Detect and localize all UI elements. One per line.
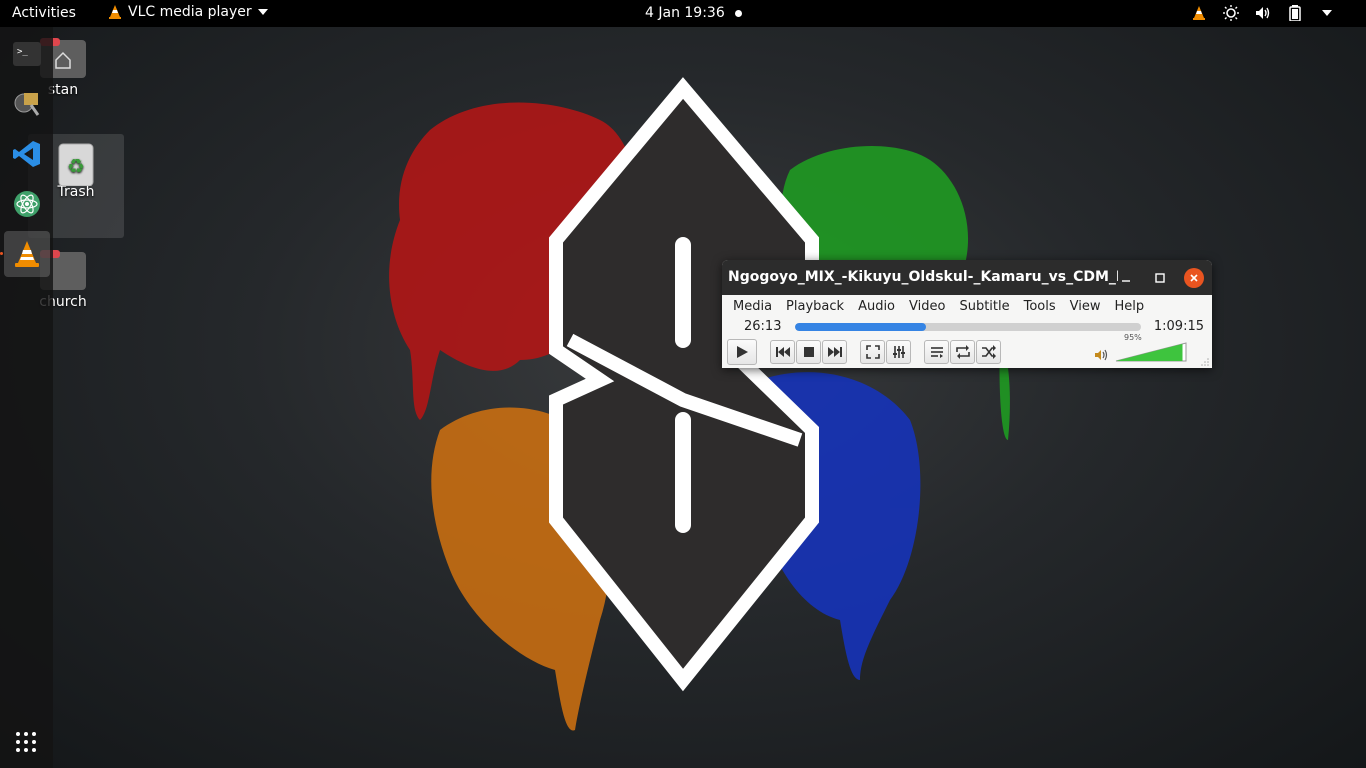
desktop-icon-label: Trash	[57, 184, 95, 200]
play-button[interactable]	[727, 339, 757, 365]
extended-settings-button[interactable]	[886, 340, 911, 364]
battery-icon[interactable]	[1286, 4, 1304, 22]
close-icon	[1190, 274, 1198, 282]
menu-audio[interactable]: Audio	[851, 299, 902, 314]
menu-media[interactable]: Media	[726, 299, 779, 314]
menu-tools[interactable]: Tools	[1017, 299, 1063, 314]
resize-grip-icon[interactable]	[1201, 358, 1209, 366]
menu-video[interactable]: Video	[902, 299, 952, 314]
vlc-window: Ngogoyo_MIX_-Kikuyu_Oldskul-_Kamaru_vs_C…	[722, 260, 1212, 368]
fullscreen-button[interactable]	[860, 340, 885, 364]
previous-button[interactable]	[770, 340, 795, 364]
equalizer-icon	[892, 346, 905, 358]
elapsed-time[interactable]: 26:13	[744, 319, 781, 334]
menu-help[interactable]: Help	[1108, 299, 1152, 314]
dock-atom[interactable]	[4, 181, 50, 227]
brightness-icon[interactable]	[1222, 4, 1240, 22]
loop-button[interactable]	[950, 340, 975, 364]
playlist-button[interactable]	[924, 340, 949, 364]
desktop-wallpaper	[0, 0, 1366, 768]
vlc-cone-icon[interactable]	[1190, 4, 1208, 22]
stop-icon	[803, 347, 814, 357]
vlc-icon	[15, 241, 39, 267]
loop-icon	[955, 345, 970, 359]
trash-icon: ♻	[53, 140, 99, 187]
dock: >_	[0, 27, 53, 768]
mute-button[interactable]	[1094, 346, 1108, 365]
window-title: Ngogoyo_MIX_-Kikuyu_Oldskul-_Kamaru_vs_C…	[728, 269, 1118, 285]
svg-text:♻: ♻	[67, 154, 85, 178]
speaker-icon	[1095, 349, 1108, 361]
stop-button[interactable]	[796, 340, 821, 364]
running-indicator-icon	[0, 252, 3, 255]
system-tray[interactable]	[1190, 4, 1336, 22]
total-time[interactable]: 1:09:15	[1154, 319, 1204, 334]
maximize-button[interactable]	[1150, 268, 1170, 288]
chevron-down-icon	[257, 9, 268, 15]
shuffle-button[interactable]	[976, 340, 1001, 364]
dock-terminal[interactable]: >_	[4, 31, 50, 77]
dock-software-updater[interactable]	[4, 81, 50, 127]
close-button[interactable]	[1184, 268, 1204, 288]
system-menu-chevron-icon[interactable]	[1318, 4, 1336, 22]
dock-vlc[interactable]	[4, 231, 50, 277]
svg-text:>_: >_	[17, 47, 28, 57]
software-updater-icon	[14, 93, 40, 116]
vlc-cone-icon	[109, 5, 121, 19]
clock[interactable]: 4 Jan 19:36	[645, 5, 725, 21]
vlc-menubar: Media Playback Audio Video Subtitle Tool…	[722, 295, 1212, 317]
play-icon	[737, 346, 748, 358]
dock-vscode[interactable]	[4, 131, 50, 177]
volume-slider[interactable]	[1114, 341, 1190, 363]
menu-playback[interactable]: Playback	[779, 299, 851, 314]
terminal-icon: >_	[13, 42, 41, 66]
top-bar: Activities VLC media player 4 Jan 19:36	[0, 0, 1366, 27]
fullscreen-icon	[865, 345, 880, 359]
show-applications-icon[interactable]	[14, 730, 38, 754]
shuffle-icon	[981, 345, 996, 359]
app-menu-label: VLC media player	[128, 4, 252, 20]
vlc-titlebar[interactable]: Ngogoyo_MIX_-Kikuyu_Oldskul-_Kamaru_vs_C…	[722, 260, 1212, 295]
activities-button[interactable]: Activities	[12, 5, 76, 21]
app-menu[interactable]: VLC media player	[108, 4, 268, 20]
atom-icon	[14, 191, 40, 217]
vscode-icon	[13, 141, 40, 167]
menu-view[interactable]: View	[1063, 299, 1108, 314]
next-button[interactable]	[822, 340, 847, 364]
minimize-button[interactable]	[1116, 268, 1136, 288]
volume-icon[interactable]	[1254, 4, 1272, 22]
menu-subtitle[interactable]: Subtitle	[952, 299, 1016, 314]
playlist-icon	[930, 347, 943, 358]
seek-progress	[795, 323, 927, 331]
previous-icon	[775, 347, 790, 357]
playback-controls: 95%	[722, 333, 1212, 368]
minimize-icon	[1122, 280, 1130, 282]
wallpaper-art	[389, 77, 1010, 731]
maximize-icon	[1155, 273, 1165, 283]
seek-slider[interactable]	[795, 323, 1141, 331]
next-icon	[827, 347, 842, 357]
notification-dot-icon	[735, 10, 742, 17]
